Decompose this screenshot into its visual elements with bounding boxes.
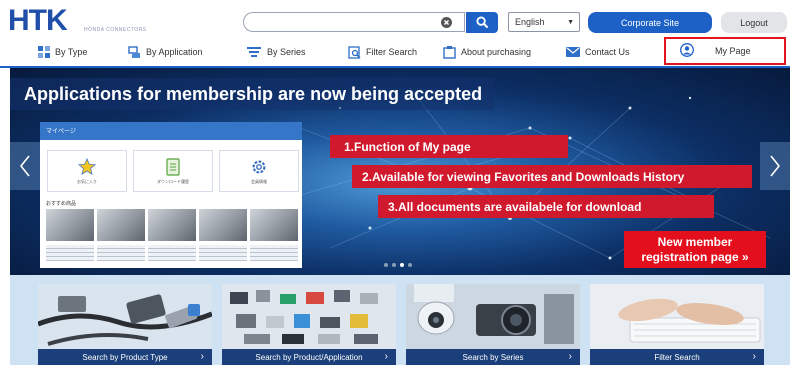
feature-item-3: 3.All documents are availabele for downl… [378, 195, 714, 218]
nav-contact-us-label: Contact Us [585, 47, 630, 57]
mypage-preview-bar-title: マイページ [46, 129, 76, 135]
user-icon [680, 43, 694, 59]
search-input[interactable] [243, 12, 429, 32]
nav-by-series-label: By Series [267, 47, 306, 57]
feature-item-2: 2.Available for viewing Favorites and Do… [352, 165, 752, 188]
search-icon [475, 16, 488, 29]
htk-logo[interactable]: HTK [8, 6, 68, 36]
clipboard-icon [443, 45, 456, 59]
carousel-next-button[interactable] [760, 142, 790, 190]
card-2-label: Search by Product/Application [255, 352, 363, 362]
nav-filter-search[interactable]: Filter Search [348, 42, 417, 62]
mypage-preview-downloads-label: ダウンロード履歴 [157, 178, 189, 184]
mail-icon [566, 47, 580, 57]
logo-subtext: HONDA CONNECTORS [84, 27, 147, 33]
card-4-label: Filter Search [654, 352, 700, 362]
document-icon [166, 157, 180, 176]
chevron-right-icon: › [200, 351, 204, 362]
mypage-preview-product [46, 209, 94, 241]
card-1-label: Search by Product Type [82, 352, 168, 362]
mypage-preview-product-text [46, 245, 94, 261]
chevron-left-icon [19, 155, 30, 177]
nav-by-type-label: By Type [55, 47, 88, 57]
logout-button[interactable]: Logout [721, 12, 787, 33]
mypage-preview-member-info: 会員情報 [219, 150, 299, 192]
mypage-preview-product-text [250, 245, 298, 261]
nav-about-purchasing[interactable]: About purchasing [443, 42, 531, 62]
mypage-preview-product-text [199, 245, 247, 261]
corporate-site-button[interactable]: Corporate Site [588, 12, 712, 33]
registration-label: New member registration page » [641, 235, 748, 265]
carousel-dot[interactable] [384, 263, 388, 267]
card-4-bar: Filter Search › [590, 349, 764, 365]
card-3-bar: Search by Series › [406, 349, 580, 365]
star-icon [78, 157, 96, 175]
card-3-label: Search by Series [462, 352, 524, 362]
nav-filter-search-label: Filter Search [366, 47, 418, 57]
nav-my-page[interactable]: My Page [664, 37, 786, 65]
series-icon [246, 46, 262, 58]
card-filter-search[interactable]: Filter Search › [590, 284, 764, 365]
card-2-bar: Search by Product/Application › [222, 349, 396, 365]
cable-connectors-image [38, 284, 212, 349]
nav-about-purchasing-label: About purchasing [461, 47, 532, 57]
feature-item-1: 1.Function of My page [330, 135, 568, 158]
mypage-preview-bar [40, 122, 302, 140]
keyboard-hands-image [590, 284, 764, 349]
camera-devices-image [406, 284, 580, 349]
mypage-preview-product-text [97, 245, 145, 261]
filter-search-icon [348, 45, 361, 59]
gear-icon [252, 160, 266, 173]
mypage-preview-downloads: ダウンロード履歴 [133, 150, 213, 192]
mypage-preview-product [199, 209, 247, 241]
mypage-preview-product-text [148, 245, 196, 261]
mypage-preview-product [148, 209, 196, 241]
search-button[interactable] [466, 12, 498, 33]
clear-search-button[interactable] [429, 12, 465, 32]
registration-line-1: New member [657, 234, 733, 249]
connector-assortment-image [222, 284, 396, 349]
nav-my-page-label: My Page [715, 46, 751, 56]
nav-by-series[interactable]: By Series [246, 42, 306, 62]
application-icon [128, 45, 141, 59]
chevron-right-icon [770, 155, 781, 177]
registration-line-2: registration page » [641, 249, 749, 264]
mypage-preview-favorites: お気に入り [47, 150, 127, 192]
carousel-prev-button[interactable] [10, 142, 40, 190]
carousel-dot[interactable] [408, 263, 412, 267]
chevron-right-icon: › [752, 351, 756, 362]
language-select[interactable]: English ▼ [508, 12, 580, 32]
hero-title: Applications for membership are now bein… [24, 84, 483, 104]
clear-icon [441, 16, 452, 28]
language-value: English [515, 17, 545, 27]
type-grid-icon [38, 46, 50, 58]
card-search-by-series[interactable]: Search by Series › [406, 284, 580, 365]
carousel-dot[interactable] [392, 263, 396, 267]
nav-by-application[interactable]: By Application [128, 42, 203, 62]
nav-by-type[interactable]: By Type [38, 42, 87, 62]
mypage-preview-product [250, 209, 298, 241]
carousel-dot-active[interactable] [400, 263, 404, 267]
card-search-by-product-application[interactable]: Search by Product/Application › [222, 284, 396, 365]
card-1-bar: Search by Product Type › [38, 349, 212, 365]
nav-by-application-label: By Application [146, 47, 203, 57]
mypage-preview-product [97, 209, 145, 241]
mypage-preview-favorites-label: お気に入り [77, 178, 97, 184]
nav-contact-us[interactable]: Contact Us [566, 42, 630, 62]
chevron-right-icon: › [568, 351, 572, 362]
mypage-preview-member-info-label: 会員情報 [251, 178, 267, 184]
chevron-right-icon: › [384, 351, 388, 362]
chevron-down-icon: ▼ [567, 19, 574, 26]
card-search-by-product-type[interactable]: Search by Product Type › [38, 284, 212, 365]
mypage-preview-recommended: おすすめ商品 [46, 201, 77, 207]
new-member-registration-button[interactable]: New member registration page » [624, 231, 766, 268]
